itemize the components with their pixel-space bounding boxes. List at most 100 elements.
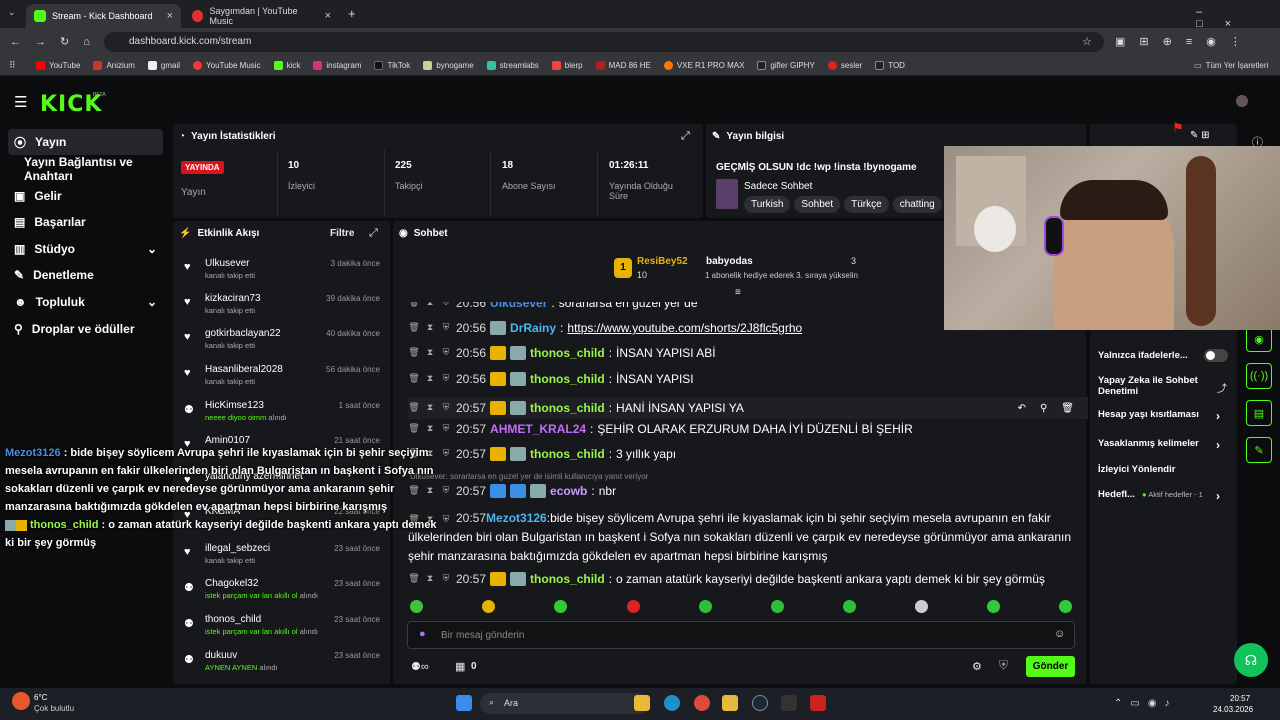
raid-row[interactable]: İzleyici Yönlendir — [1098, 464, 1228, 475]
chat-scroll-handle-icon[interactable]: ≡ — [735, 287, 741, 298]
sidebar-item-studyo[interactable]: ▥ Stüdyo ⌄ — [8, 236, 163, 262]
tools-button[interactable]: ✎ — [1246, 437, 1272, 463]
activity-user[interactable]: Ulkusever — [205, 258, 249, 269]
tab-kick-dashboard[interactable]: Stream - Kick Dashboard × — [26, 4, 181, 28]
chest-icon[interactable]: ▦ — [455, 660, 465, 673]
extension-icons[interactable]: ▣⊞⊕≡◉⋮ — [1115, 35, 1255, 48]
edge-icon[interactable] — [664, 695, 680, 711]
taskbar-search[interactable]: Ara ⌕ — [480, 693, 650, 714]
ban-icon[interactable]: ⛨ — [440, 448, 452, 460]
leader-user1[interactable]: ResiBey52 — [637, 256, 688, 267]
user-avatar[interactable] — [1236, 95, 1248, 107]
bookmark-tiktok[interactable]: TikTok — [374, 61, 410, 70]
timeout-icon[interactable]: ⧗ — [424, 402, 436, 414]
steam-icon[interactable] — [752, 695, 768, 711]
sidebar-item-gelir[interactable]: ▣ Gelir — [8, 183, 163, 209]
delete-icon[interactable]: 🗑 — [408, 402, 420, 414]
bookmark-kick[interactable]: kick — [273, 61, 300, 70]
emote-icon[interactable] — [843, 600, 856, 613]
message-username[interactable]: thonos_child — [530, 346, 605, 360]
emote-icon[interactable] — [482, 600, 495, 613]
ban-icon[interactable]: ⛨ — [440, 322, 452, 334]
message-username[interactable]: thonos_child — [530, 572, 605, 586]
chat-input[interactable]: ● Bir mesaj gönderin ☺ — [407, 621, 1075, 649]
window-controls[interactable]: –□× — [1196, 6, 1280, 30]
emote-icon[interactable] — [771, 600, 784, 613]
tab-list-icon[interactable]: ⌄ — [8, 7, 16, 18]
timeout-icon[interactable]: ⧗ — [424, 423, 436, 435]
message-username[interactable]: Mezot3126 — [486, 511, 547, 525]
ban-icon[interactable]: ⛨ — [440, 485, 452, 497]
activity-user[interactable]: dukuuv — [205, 650, 237, 661]
bookmark-blerp[interactable]: blerp — [551, 61, 583, 70]
emote-icon[interactable] — [1059, 600, 1072, 613]
emote-icon[interactable] — [915, 600, 928, 613]
tag[interactable]: Turkish — [744, 196, 791, 213]
activity-button[interactable]: ▤ — [1246, 400, 1272, 426]
bookmark-giphy[interactable]: gifler GIPHY — [757, 61, 815, 70]
sidebar-item-yayin-baglantisi[interactable]: Yayın Bağlantısı ve Anahtarı — [8, 155, 163, 183]
leader-user2[interactable]: babyodas — [706, 256, 753, 267]
activity-user[interactable]: gotkirbaclayan22 — [205, 328, 281, 339]
activity-user[interactable]: Hasanliberal2028 — [205, 364, 283, 375]
bookmark-instagram[interactable]: instagram — [313, 61, 361, 70]
explorer-icon[interactable] — [722, 695, 738, 711]
url-field[interactable]: dashboard.kick.com/stream — [104, 32, 1104, 52]
message-username[interactable]: thonos_child — [530, 372, 605, 386]
bookmark-youtube-music[interactable]: YouTube Music — [193, 61, 261, 70]
support-chat-button[interactable]: ☊ — [1234, 643, 1268, 677]
bookmark-anizium[interactable]: Anizium — [93, 61, 135, 70]
timeout-icon[interactable]: ⧗ — [424, 347, 436, 359]
sidebar-item-denetleme[interactable]: ✎ Denetleme — [8, 262, 163, 288]
expand-icon[interactable]: ⤢ — [681, 130, 690, 143]
emote-icon[interactable] — [410, 600, 423, 613]
activity-user[interactable]: HicKimse123 — [205, 400, 264, 411]
broadcast-button[interactable]: ((·)) — [1246, 363, 1272, 389]
ban-icon[interactable]: ⛨ — [440, 573, 452, 585]
bookmark-youtube[interactable]: YouTube — [36, 61, 80, 70]
nav-buttons[interactable]: ←→↻⌂ — [10, 35, 104, 48]
external-link-icon[interactable]: ⤴ — [1217, 380, 1227, 395]
activity-user[interactable]: Chagokel32 — [205, 578, 258, 589]
message-actions-icon[interactable]: ↶⚲🗑 — [1018, 403, 1088, 414]
sidebar-item-droplar[interactable]: ⚲ Droplar ve ödüller — [8, 316, 163, 342]
sidebar-item-topluluk[interactable]: ☻ Topluluk ⌄ — [8, 289, 163, 315]
tag[interactable]: Türkçe — [844, 196, 889, 213]
send-button[interactable]: Gönder — [1026, 656, 1075, 677]
stream-settings-icons[interactable]: ✎ ⊞ — [1190, 130, 1210, 141]
message-username[interactable]: AHMET_KRAL24 — [490, 422, 586, 436]
emoji-icon[interactable]: ☺ — [1054, 628, 1065, 640]
ban-icon[interactable]: ⛨ — [440, 423, 452, 435]
emote-icon[interactable] — [627, 600, 640, 613]
bookmark-sesler[interactable]: sesler — [827, 61, 862, 70]
ban-icon[interactable]: ⛨ — [440, 510, 452, 524]
obs-icon[interactable] — [810, 695, 826, 711]
delete-icon[interactable]: 🗑 — [408, 322, 420, 334]
close-tab-icon[interactable]: × — [325, 10, 331, 22]
weather-icon[interactable] — [12, 692, 30, 710]
delete-icon[interactable]: 🗑 — [408, 373, 420, 385]
bookmark-vxe[interactable]: VXE R1 PRO MAX — [663, 61, 744, 70]
tray-icons[interactable]: ⌃▭◉♪ — [1114, 698, 1178, 709]
new-tab-button[interactable]: + — [348, 6, 356, 21]
bookmark-star-icon[interactable]: ☆ — [1082, 35, 1092, 48]
banned-words-row[interactable]: Yasaklanmış kelimeler › — [1098, 438, 1228, 452]
message-username[interactable]: thonos_child — [530, 401, 605, 415]
emote-icon[interactable] — [987, 600, 1000, 613]
timeout-icon[interactable]: ⧗ — [424, 373, 436, 385]
message-text[interactable]: https://www.youtube.com/shorts/2J8flc5gr… — [567, 321, 802, 335]
activity-user[interactable]: thonos_child — [205, 614, 261, 625]
toggle-switch[interactable] — [1204, 349, 1228, 362]
ban-icon[interactable]: ⛨ — [440, 402, 452, 414]
bookmark-bynogame[interactable]: bynogame — [423, 61, 474, 70]
emote-icon[interactable] — [699, 600, 712, 613]
filter-button[interactable]: Filtre — [330, 228, 354, 239]
mic-icon[interactable]: ● — [419, 628, 426, 640]
tag[interactable]: Sohbet — [794, 196, 841, 213]
apps-icon[interactable]: ⠿ — [9, 60, 16, 71]
sidebar-item-basarilar[interactable]: ▤ Başarılar — [8, 209, 163, 235]
timeout-icon[interactable]: ⧗ — [424, 322, 436, 334]
bookmark-gmail[interactable]: gmail — [147, 61, 180, 70]
epic-games-icon[interactable] — [781, 695, 797, 711]
expand-icon[interactable]: ⤢ — [369, 227, 378, 240]
